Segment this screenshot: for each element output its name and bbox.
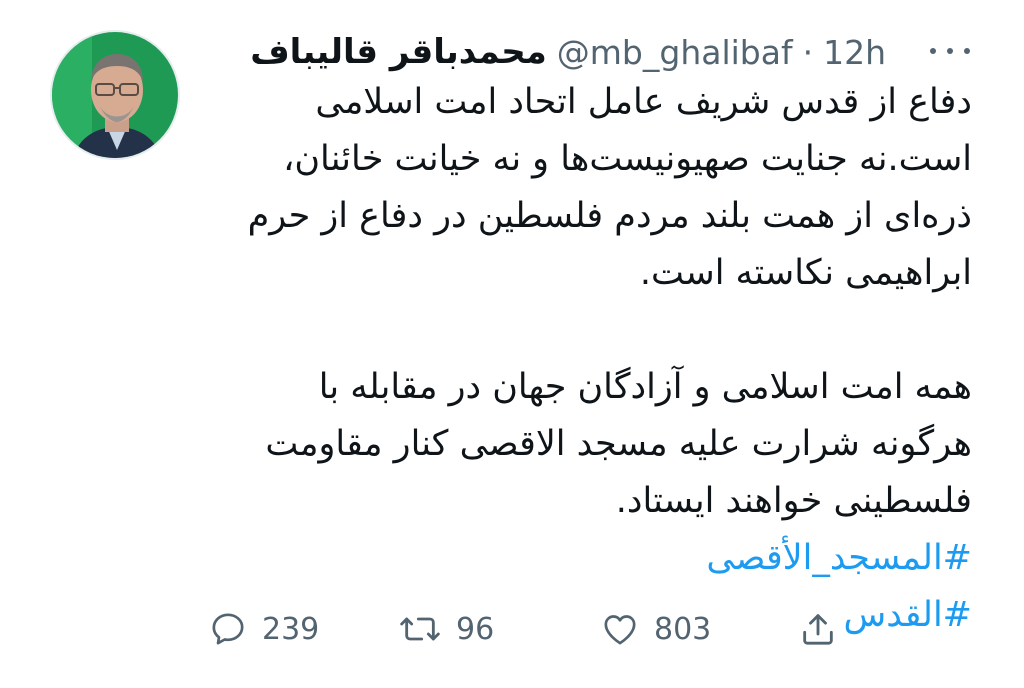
share-upload-icon bbox=[803, 614, 833, 645]
tweet-card[interactable]: محمدباقر قالیباف @mb_ghalibaf · 12h دفاع… bbox=[0, 0, 1024, 688]
author-name[interactable]: محمدباقر قالیباف bbox=[250, 32, 547, 72]
hashtag-link[interactable]: #المسجد_الأقصى bbox=[182, 530, 972, 587]
retweet-count: 96 bbox=[456, 611, 495, 647]
like-count: 803 bbox=[654, 611, 712, 647]
speech-bubble-icon bbox=[212, 613, 244, 645]
tweet-line: هرگونه شرارت علیه مسجد الاقصی کنار مقاوم… bbox=[265, 424, 972, 464]
tweet-text: دفاع از قدس شریف عامل اتحاد امت اسلامی ا… bbox=[182, 74, 972, 644]
tweet-line: همه امت اسلامی و آزادگان جهان در مقابله … bbox=[318, 367, 972, 407]
share-button[interactable] bbox=[798, 604, 838, 654]
heart-icon bbox=[604, 615, 636, 645]
reply-count: 239 bbox=[262, 611, 320, 647]
like-button[interactable]: 803 bbox=[600, 604, 711, 654]
tweet-line: فلسطینی خواهند ایستاد. bbox=[615, 481, 972, 521]
more-dots-icon[interactable] bbox=[930, 36, 970, 66]
avatar-photo bbox=[52, 32, 178, 158]
tweet-actions: 239 96 803 bbox=[200, 604, 860, 654]
reply-button[interactable]: 239 bbox=[208, 604, 319, 654]
tweet-time[interactable]: 12h bbox=[823, 33, 886, 72]
retweet-button[interactable]: 96 bbox=[398, 604, 494, 654]
tweet-line: ابراهیمی نکاسته است. bbox=[639, 253, 972, 293]
author-handle[interactable]: @mb_ghalibaf bbox=[557, 33, 793, 72]
separator-dot: · bbox=[802, 32, 814, 72]
tweet-line: دفاع از قدس شریف عامل اتحاد امت اسلامی bbox=[315, 82, 972, 122]
tweet-header: محمدباقر قالیباف @mb_ghalibaf · 12h bbox=[250, 26, 966, 78]
avatar[interactable] bbox=[50, 30, 180, 160]
tweet-line: است.نه جنایت صهیونیست‌ها و نه خیانت خائن… bbox=[283, 139, 972, 179]
tweet-line: ذره‌ای از همت بلند مردم فلسطین در دفاع ا… bbox=[247, 196, 972, 236]
retweet-arrows-icon bbox=[400, 617, 440, 641]
